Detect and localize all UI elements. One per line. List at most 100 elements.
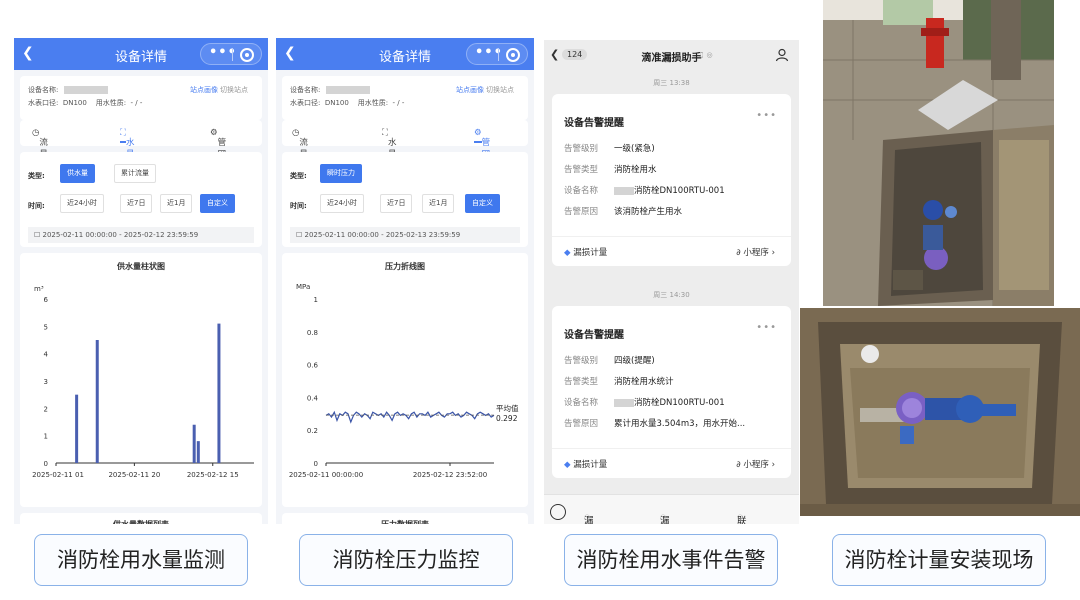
alert-message-card[interactable]: 设备告警提醒 ••• 告警级别 一级(紧急) 告警类型 消防栓用水 设备名称 消防栓D… — [552, 94, 791, 266]
time-custom-button[interactable]: 自定义 — [465, 194, 500, 213]
supply-data-list-title: 供水量数据列表 — [20, 513, 262, 524]
caption-install-site: 消防栓计量安装现场 — [832, 534, 1046, 586]
alert-reason-row: 告警原因 该消防栓产生用水 — [564, 207, 683, 217]
more-icon[interactable]: ••• — [756, 322, 777, 333]
caliber-label: 水表口径: — [28, 99, 59, 107]
menu-capsule[interactable]: ••• — [466, 43, 528, 65]
y-tick-label: 0.4 — [307, 394, 319, 402]
meter-install-photo-bottom — [800, 308, 1080, 516]
pressure-line-chart-card: 压力折线图 MPa 0 0.2 0.4 0.6 0.8 1 平均值 0.292 2025-02-1… — [282, 253, 528, 507]
x-tick-label: 2025-02-11 01 — [32, 471, 84, 479]
tab-flow-analysis[interactable]: ◷ 流量分析 — [32, 128, 48, 184]
hydrant-pit-photo-top — [823, 0, 1054, 306]
average-value: 0.292 — [496, 414, 518, 423]
site-image-link[interactable]: 站点画像 — [456, 84, 484, 97]
water-type-label: 用水性质: — [95, 99, 127, 107]
y-axis-unit: m³ — [34, 285, 44, 293]
x-tick-label: 2025-02-11 00:00:00 — [289, 471, 363, 479]
y-tick-label: 0.6 — [307, 362, 319, 370]
title-bar: ❮ 设备详情 ••• — [276, 38, 534, 70]
caption-event-alert: 消防栓用水事件告警 — [564, 534, 778, 586]
time-7d-button[interactable]: 近7日 — [380, 194, 413, 213]
time-label: 时间: — [28, 202, 45, 210]
supply-bar-chart: m³ 0 1 2 3 4 5 6 2025-02-11 01 2025-02-11 20 2025-… — [32, 285, 254, 479]
hydrant-pit-illustration — [823, 0, 1054, 306]
time-7d-button[interactable]: 近7日 — [120, 194, 153, 213]
y-tick-label: 0.2 — [307, 427, 318, 435]
source-label: ◆ 漏损计量 — [564, 460, 608, 470]
menu-capsule[interactable]: ••• — [200, 43, 262, 65]
user-profile-icon[interactable] — [775, 48, 789, 62]
device-name-blurred — [326, 86, 371, 94]
capsule-divider — [232, 48, 233, 61]
water-type-label: 用水性质: — [357, 99, 389, 107]
y-tick-label: 0 — [44, 460, 48, 468]
device-name-row: 设备名称 消防栓DN100RTU-001 — [564, 186, 725, 196]
close-mini-program-icon[interactable] — [506, 48, 520, 62]
y-tick-label: 4 — [44, 351, 49, 359]
more-icon[interactable]: ••• — [756, 110, 777, 121]
x-tick-label: 2025-02-12 15 — [187, 471, 239, 479]
meter-install-illustration — [800, 308, 1080, 516]
y-tick-label: 5 — [44, 323, 48, 331]
chat-title: 滴准漏损助手 — [641, 53, 702, 64]
alert-level-row: 告警级别 一级(紧急) — [564, 144, 655, 154]
tab-pipe-pressure[interactable]: ⚙ 管网压力 — [210, 128, 226, 184]
type-cumulative-button[interactable]: 累计流量 — [114, 164, 156, 183]
average-label: 平均值 — [496, 403, 519, 413]
site-image-link[interactable]: 站点画像 — [190, 84, 218, 97]
y-tick-label: 6 — [44, 296, 49, 304]
bar — [192, 424, 196, 463]
leak-meter-icon: ◆ — [564, 460, 571, 470]
x-tick-label: 2025-02-11 20 — [108, 471, 160, 479]
pressure-line-chart: MPa 0 0.2 0.4 0.6 0.8 1 平均值0.292 2025-02-11 00:0… — [289, 283, 519, 479]
tab-pipe-pressure[interactable]: ⚙ 管网压力 — [474, 128, 490, 184]
tab-flow-analysis[interactable]: ◷ 流量分析 — [292, 128, 308, 184]
type-label: 类型: — [28, 172, 45, 180]
switch-site-link[interactable]: 切换站点 — [220, 84, 248, 97]
bar — [75, 394, 79, 463]
keyboard-icon[interactable] — [550, 504, 566, 520]
message-timestamp: 周三 13:38 — [653, 79, 690, 87]
y-tick-label: 0.8 — [307, 329, 318, 337]
date-range-field[interactable]: ☐ 2025-02-11 00:00:00 - 2025-02-13 23:59… — [290, 227, 520, 243]
device-info: 设备名称: 站点画像 切换站点 水表口径: DN100 用水性质: - / - — [20, 76, 262, 120]
time-1m-button[interactable]: 近1月 — [160, 194, 193, 213]
alert-heading: 设备告警提醒 — [564, 330, 624, 341]
alert-footer: ◆ 漏损计量 ∂ 小程序 › — [552, 236, 791, 266]
title-bar: ❮ 设备详情 ••• — [14, 38, 268, 70]
tab-bar: ◷ 流量分析 ⛶ 水量分析 ⚙ 管网压力 — [20, 120, 262, 184]
bar — [95, 340, 99, 463]
close-mini-program-icon[interactable] — [240, 48, 254, 62]
filter-card: 类型: 供水量 累计流量 时间: 近24小时 近7日 近1月 自定义 ☐ 202… — [20, 152, 262, 247]
mini-program-link[interactable]: ∂ 小程序 › — [736, 458, 775, 470]
type-label: 类型: — [290, 172, 307, 180]
device-name-label: 设备名称: — [290, 86, 321, 94]
alert-message-card[interactable]: 设备告警提醒 ••• 告警级别 四级(提醒) 告警类型 消防栓用水统计 设备名称 消防… — [552, 306, 791, 478]
pressure-data-list-title: 压力数据列表 — [282, 513, 528, 524]
time-1m-button[interactable]: 近1月 — [422, 194, 455, 213]
device-name-blurred — [64, 86, 109, 94]
time-24h-button[interactable]: 近24小时 — [320, 194, 364, 213]
type-supply-button[interactable]: 供水量 — [60, 164, 95, 183]
alert-reason-row: 告警原因 累计用水量3.504m3，用水开始... — [564, 419, 746, 429]
time-custom-button[interactable]: 自定义 — [200, 194, 235, 213]
date-range-field[interactable]: ☐ 2025-02-11 00:00:00 - 2025-02-12 23:59… — [28, 227, 254, 243]
alert-heading: 设备告警提醒 — [564, 118, 624, 129]
tab-volume-analysis[interactable]: ⛶ 水量分析 — [120, 128, 134, 184]
alert-type-row: 告警类型 消防栓用水 — [564, 165, 657, 175]
tab-volume-analysis[interactable]: ⛶ 水量分析 — [382, 128, 396, 184]
capsule-divider — [498, 48, 499, 61]
link-icon: ∂ — [736, 460, 741, 470]
type-instant-pressure-button[interactable]: 瞬时压力 — [320, 164, 362, 183]
switch-site-link[interactable]: 切换站点 — [486, 84, 514, 97]
mini-program-link[interactable]: ∂ 小程序 › — [736, 246, 775, 258]
tab-bar: ◷ 流量分析 ⛶ 水量分析 ⚙ 管网压力 — [282, 120, 528, 184]
bar — [217, 323, 221, 463]
alert-chat-panel: ❮ 124 滴准漏损助手 ♫ ◎ 周三 13:38 设备告警提醒 ••• 告警级… — [544, 40, 799, 524]
caption-pressure-monitoring: 消防栓压力监控 — [299, 534, 513, 586]
water-type-value: - / - — [130, 99, 143, 107]
chat-bottom-menu: 漏损计量 ○ 漏损智诊 ○ 联系我们 ○ — [544, 494, 799, 524]
time-24h-button[interactable]: 近24小时 — [60, 194, 104, 213]
alert-footer: ◆ 漏损计量 ∂ 小程序 › — [552, 448, 791, 478]
